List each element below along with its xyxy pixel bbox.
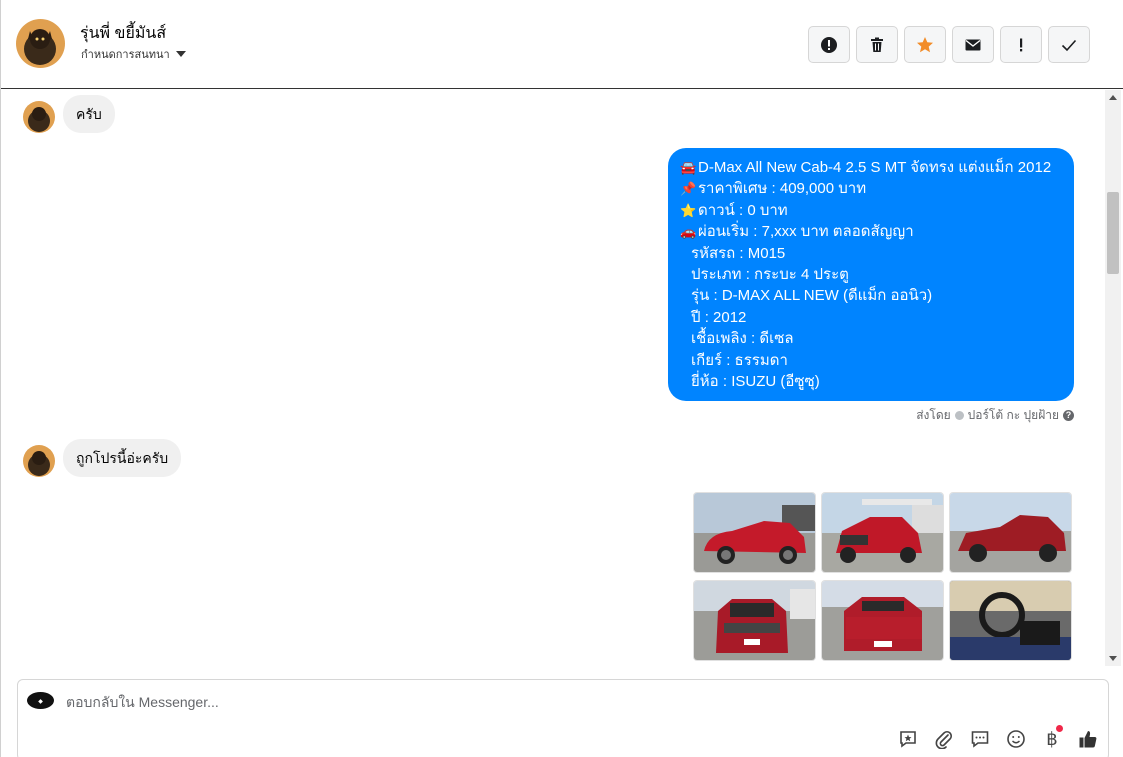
- offer-line: 📌 ราคาพิเศษ : 409,000 บาท: [680, 178, 1062, 199]
- messenger-inbox: รุ่นพี่ ขยี้มันส์ กำหนดการสนทนา ครับ 🚘 D…: [0, 0, 1123, 757]
- contact-avatar[interactable]: [16, 19, 65, 68]
- contact-name: รุ่นพี่ ขยี้มันส์: [80, 25, 167, 42]
- offer-line-text: เชื้อเพลิง : ดีเซล: [691, 330, 794, 348]
- composer-tools: ฿: [896, 725, 1100, 751]
- conversation-header: รุ่นพี่ ขยี้มันส์ กำหนดการสนทนา: [1, 0, 1123, 89]
- like-button[interactable]: [1076, 727, 1100, 751]
- page-logo-icon: ◆: [27, 692, 54, 709]
- offer-line-emoji: 📌: [680, 181, 697, 197]
- trash-icon: [871, 37, 883, 52]
- assign-conversation-dropdown[interactable]: กำหนดการสนทนา: [81, 45, 186, 63]
- exclamation-circle-icon: [821, 36, 837, 53]
- offer-line-emoji: 🚗: [680, 224, 697, 240]
- saved-reply-icon: [900, 731, 916, 748]
- offer-line-text: ผ่อนเริ่ม : 7,xxx บาท ตลอดสัญญา: [698, 223, 914, 241]
- offer-line: เชื้อเพลิง : ดีเซล: [680, 328, 1062, 349]
- offer-line: ⭐ ดาวน์ : 0 บาท: [680, 200, 1062, 221]
- follow-up-button[interactable]: [1000, 26, 1042, 63]
- offer-line-text: เกียร์ : ธรรมดา: [691, 351, 788, 369]
- offer-line: รหัสรถ : M015: [680, 243, 1062, 264]
- sent-by-info: ส่งโดย ปอร์โต้ กะ ปุยฝ้าย ?: [916, 406, 1074, 425]
- star-icon: [917, 36, 933, 52]
- conversation-actions: [808, 26, 1090, 63]
- chat-button[interactable]: [968, 727, 992, 751]
- contact-avatar-small[interactable]: [23, 101, 55, 133]
- thread-scrollbar[interactable]: [1105, 90, 1121, 666]
- sent-by-name: ปอร์โต้ กะ ปุยฝ้าย: [967, 408, 1059, 422]
- notification-dot: [1056, 725, 1063, 732]
- done-button[interactable]: [1048, 26, 1090, 63]
- offer-line-text: ยี่ห้อ : ISUZU (อีซูซุ): [691, 373, 820, 391]
- photo-grid: [693, 492, 1072, 661]
- scroll-down-arrow-icon[interactable]: [1109, 656, 1117, 661]
- car-photo-6[interactable]: [949, 580, 1072, 661]
- message-thread[interactable]: ครับ 🚘 D-Max All New Cab-4 2.5 S MT จัดทร…: [1, 90, 1105, 666]
- baht-icon: ฿: [1046, 728, 1058, 750]
- page-admin-icon: [954, 411, 964, 420]
- like-icon: [1079, 731, 1097, 748]
- incoming-message[interactable]: ถูกโปรนี้อ่ะครับ: [63, 439, 182, 477]
- mark-unread-button[interactable]: [952, 26, 994, 63]
- help-icon[interactable]: ?: [1063, 410, 1074, 421]
- offer-line: 🚗 ผ่อนเริ่ม : 7,xxx บาท ตลอดสัญญา: [680, 221, 1062, 242]
- car-photo-3[interactable]: [949, 492, 1072, 573]
- contact-avatar-small[interactable]: [23, 445, 55, 477]
- attachment-button[interactable]: [932, 727, 956, 751]
- car-photo-1[interactable]: [693, 492, 816, 573]
- payment-button[interactable]: ฿: [1040, 725, 1064, 751]
- car-photo-4[interactable]: [693, 580, 816, 661]
- offer-line-text: ประเภท : กระบะ 4 ประตู: [691, 266, 849, 284]
- exclamation-icon: [1020, 38, 1023, 51]
- delete-button[interactable]: [856, 26, 898, 63]
- emoji-icon: [1007, 730, 1025, 748]
- car-photo-2[interactable]: [821, 492, 944, 573]
- sent-by-label: ส่งโดย: [916, 408, 951, 422]
- car-photo-5[interactable]: [821, 580, 944, 661]
- offer-line: เกียร์ : ธรรมดา: [680, 350, 1062, 371]
- checkmark-icon: [1061, 39, 1077, 51]
- incoming-message[interactable]: ครับ: [63, 95, 115, 133]
- envelope-icon: [965, 39, 981, 50]
- scrollbar-thumb[interactable]: [1107, 192, 1119, 274]
- spam-button[interactable]: [808, 26, 850, 63]
- offer-line: ปี : 2012: [680, 307, 1062, 328]
- offer-line-emoji: ⭐: [680, 202, 697, 218]
- offer-line-text: รุ่น : D-MAX ALL NEW (ดีแม็ก ออนิว): [691, 287, 933, 305]
- reply-input[interactable]: [66, 692, 766, 712]
- offer-line-text: ราคาพิเศษ : 409,000 บาท: [698, 180, 867, 198]
- offer-line: ประเภท : กระบะ 4 ประตู: [680, 264, 1062, 285]
- offer-line: ยี่ห้อ : ISUZU (อีซูซุ): [680, 371, 1062, 392]
- saved-reply-button[interactable]: [896, 727, 920, 751]
- caret-down-icon: [175, 51, 186, 57]
- emoji-button[interactable]: [1004, 727, 1028, 751]
- star-button[interactable]: [904, 26, 946, 63]
- offer-line-text: D-Max All New Cab-4 2.5 S MT จัดทรง แต่ง…: [698, 159, 1052, 176]
- scroll-up-arrow-icon[interactable]: [1109, 95, 1117, 100]
- chat-bubble-icon: [971, 731, 989, 748]
- offer-line-text: ดาวน์ : 0 บาท: [698, 201, 788, 219]
- reply-composer: ◆ ฿: [17, 679, 1109, 757]
- offer-line: รุ่น : D-MAX ALL NEW (ดีแม็ก ออนิว): [680, 285, 1062, 306]
- outgoing-message-offer[interactable]: 🚘 D-Max All New Cab-4 2.5 S MT จัดทรง แต่…: [668, 148, 1074, 402]
- offer-line: 🚘 D-Max All New Cab-4 2.5 S MT จัดทรง แต่…: [680, 157, 1062, 178]
- offer-line-text: ปี : 2012: [691, 308, 747, 326]
- attachment-icon: [935, 730, 953, 749]
- offer-line-emoji: 🚘: [680, 160, 697, 175]
- svg-text:◆: ◆: [38, 698, 43, 705]
- offer-line-text: รหัสรถ : M015: [691, 244, 786, 262]
- assign-conversation-label: กำหนดการสนทนา: [81, 49, 170, 61]
